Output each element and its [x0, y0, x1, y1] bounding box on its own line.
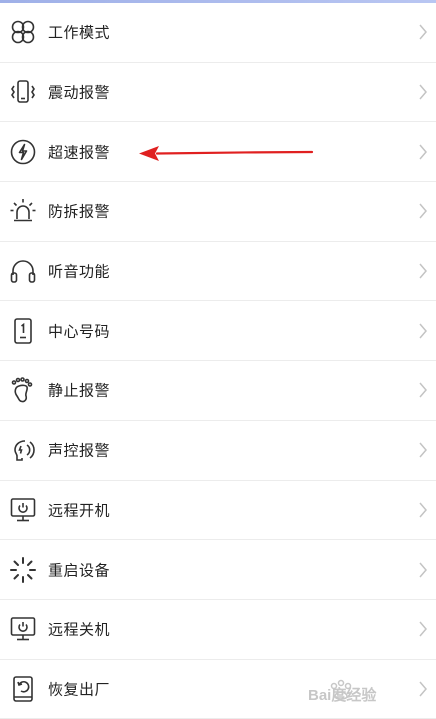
phone-number-icon [8, 316, 38, 346]
chevron-right-icon [418, 501, 428, 519]
menu-item-center-number[interactable]: 中心号码 [0, 301, 436, 362]
chevron-right-icon [418, 441, 428, 459]
settings-menu: 工作模式 震动报警 超速报警 防拆报警 听音功能 中心号码 静止报警 声控报警 … [0, 3, 436, 719]
lightning-circle-icon [8, 137, 38, 167]
menu-item-label: 工作模式 [48, 23, 111, 42]
chevron-right-icon [418, 143, 428, 161]
menu-item-remote-power-off[interactable]: 远程关机 [0, 599, 436, 660]
menu-item-tamper-alarm[interactable]: 防拆报警 [0, 182, 436, 242]
siren-icon [8, 196, 38, 226]
menu-item-restart-device[interactable]: 重启设备 [0, 540, 436, 600]
menu-item-static-alarm[interactable]: 静止报警 [0, 361, 436, 421]
menu-item-listen-function[interactable]: 听音功能 [0, 241, 436, 302]
menu-item-label: 远程关机 [48, 620, 111, 639]
chevron-right-icon [418, 680, 428, 698]
menu-item-vibration-alarm[interactable]: 震动报警 [0, 62, 436, 123]
phone-vibrate-icon [8, 77, 38, 107]
chevron-right-icon [418, 202, 428, 220]
menu-item-overspeed-alarm[interactable]: 超速报警 [0, 122, 436, 183]
menu-item-voice-alarm[interactable]: 声控报警 [0, 420, 436, 481]
chevron-right-icon [418, 83, 428, 101]
chevron-right-icon [418, 262, 428, 280]
chevron-right-icon [418, 561, 428, 579]
loading-spinner-icon [8, 555, 38, 585]
monitor-power-icon [8, 614, 38, 644]
menu-item-work-mode[interactable]: 工作模式 [0, 3, 436, 63]
menu-item-label: 远程开机 [48, 501, 111, 520]
reset-phone-icon [8, 674, 38, 704]
menu-item-label: 防拆报警 [48, 202, 111, 221]
menu-item-label: 声控报警 [48, 441, 111, 460]
voice-control-icon [8, 435, 38, 465]
chevron-right-icon [418, 322, 428, 340]
menu-item-remote-power-on[interactable]: 远程开机 [0, 480, 436, 541]
menu-item-label: 恢复出厂 [48, 680, 111, 699]
four-petal-icon [8, 17, 38, 47]
chevron-right-icon [418, 23, 428, 41]
menu-item-label: 超速报警 [48, 143, 111, 162]
headphones-icon [8, 256, 38, 286]
foot-icon [8, 375, 38, 405]
menu-item-label: 重启设备 [48, 561, 111, 580]
chevron-right-icon [418, 620, 428, 638]
chevron-right-icon [418, 381, 428, 399]
menu-item-label: 震动报警 [48, 83, 111, 102]
menu-item-label: 听音功能 [48, 262, 111, 281]
monitor-power-icon [8, 495, 38, 525]
menu-item-factory-reset[interactable]: 恢复出厂 [0, 659, 436, 719]
menu-item-label: 中心号码 [48, 322, 111, 341]
menu-item-label: 静止报警 [48, 381, 111, 400]
